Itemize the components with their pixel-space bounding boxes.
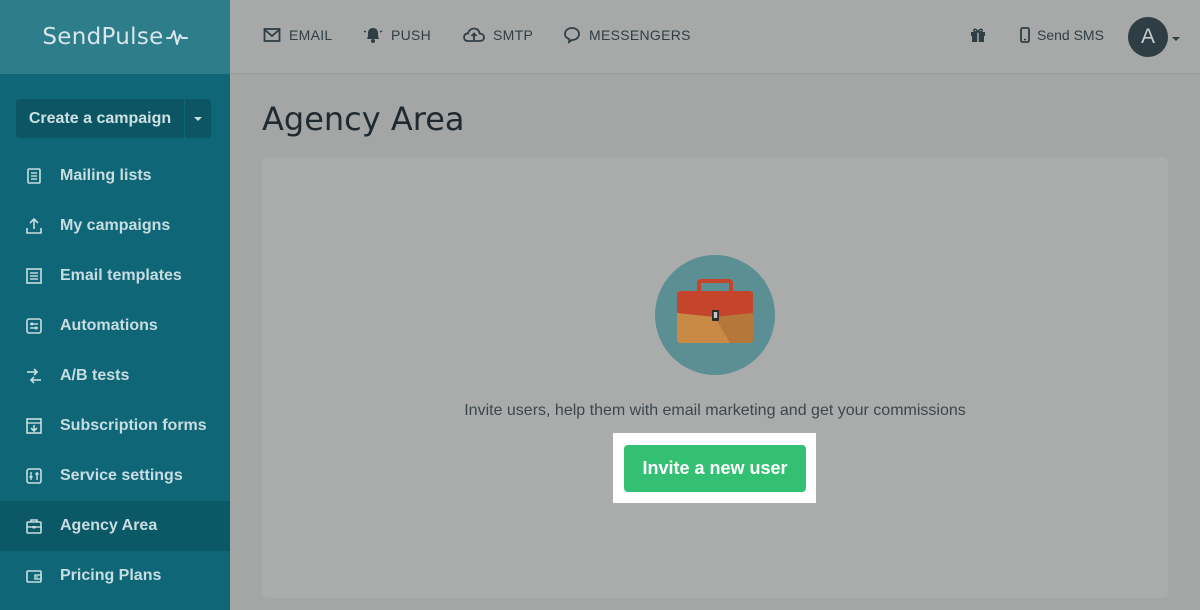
header-nav-push[interactable]: PUSH bbox=[363, 0, 431, 70]
wallet-icon bbox=[25, 567, 43, 585]
chevron-down-icon[interactable] bbox=[1172, 37, 1180, 41]
sidebar-item-automations[interactable]: Automations bbox=[0, 301, 230, 351]
cloud-upload-icon bbox=[463, 27, 485, 42]
automation-icon bbox=[25, 317, 43, 335]
create-campaign-dropdown[interactable] bbox=[184, 99, 211, 138]
sidebar-item-mailing-lists[interactable]: Mailing lists bbox=[0, 151, 230, 201]
upload-tray-icon bbox=[25, 217, 43, 235]
brand-name: SendPulse bbox=[42, 24, 164, 50]
create-campaign-group: Create a campaign bbox=[16, 99, 211, 138]
gift-icon bbox=[971, 28, 985, 42]
agency-panel bbox=[262, 157, 1168, 598]
avatar[interactable]: A bbox=[1128, 17, 1168, 57]
header-nav-smtp[interactable]: SMTP bbox=[463, 0, 533, 70]
gift-button[interactable] bbox=[969, 0, 987, 70]
list-icon bbox=[25, 167, 43, 185]
sidebar-item-ab-tests[interactable]: A/B tests bbox=[0, 351, 230, 401]
logo[interactable]: SendPulse bbox=[0, 0, 230, 74]
sidebar-item-my-campaigns[interactable]: My campaigns bbox=[0, 201, 230, 251]
sidebar-item-label: My campaigns bbox=[60, 217, 171, 234]
create-campaign-button[interactable]: Create a campaign bbox=[16, 99, 184, 138]
header-nav-label: PUSH bbox=[391, 27, 432, 43]
sidebar-item-service-settings[interactable]: Service settings bbox=[0, 451, 230, 501]
send-sms-label: Send SMS bbox=[1037, 27, 1104, 43]
header-nav-label: MESSENGERS bbox=[589, 27, 691, 43]
ab-test-icon bbox=[25, 367, 43, 385]
header-nav-email[interactable]: EMAIL bbox=[263, 0, 333, 70]
sidebar-item-label: Automations bbox=[60, 317, 158, 334]
sidebar-item-pricing-plans[interactable]: Pricing Plans bbox=[0, 551, 230, 601]
invite-user-button[interactable]: Invite a new user bbox=[624, 445, 806, 492]
sidebar: SendPulse Create a campaign Mailing list… bbox=[0, 0, 230, 610]
sliders-icon bbox=[25, 467, 43, 485]
top-header: EMAIL PUSH SMTP MESSENGERS Send SMS A bbox=[230, 0, 1200, 74]
send-sms-link[interactable]: Send SMS bbox=[1019, 0, 1104, 70]
sidebar-item-label: Mailing lists bbox=[60, 167, 152, 184]
sidebar-nav: Mailing lists My campaigns Email templat… bbox=[0, 151, 230, 601]
chat-bubble-icon bbox=[564, 27, 580, 44]
sidebar-item-agency-area[interactable]: Agency Area bbox=[0, 501, 230, 551]
briefcase-icon bbox=[25, 517, 43, 535]
header-nav-label: SMTP bbox=[493, 27, 534, 43]
briefcase-illustration-icon bbox=[655, 255, 775, 375]
caret-down-icon bbox=[194, 116, 202, 121]
page-title: Agency Area bbox=[262, 100, 465, 138]
sidebar-item-label: Email templates bbox=[60, 267, 182, 284]
envelope-icon bbox=[263, 28, 281, 42]
phone-icon bbox=[1020, 27, 1030, 43]
template-icon bbox=[25, 267, 43, 285]
sidebar-item-label: A/B tests bbox=[60, 367, 130, 384]
sidebar-item-label: Agency Area bbox=[60, 517, 158, 534]
sidebar-item-subscription-forms[interactable]: Subscription forms bbox=[0, 401, 230, 451]
header-nav-label: EMAIL bbox=[289, 27, 333, 43]
sidebar-item-email-templates[interactable]: Email templates bbox=[0, 251, 230, 301]
form-icon bbox=[25, 417, 43, 435]
sidebar-item-label: Service settings bbox=[60, 467, 183, 484]
header-nav-messengers[interactable]: MESSENGERS bbox=[563, 0, 691, 70]
sidebar-item-label: Subscription forms bbox=[60, 417, 207, 434]
pulse-icon bbox=[165, 30, 188, 45]
sidebar-item-label: Pricing Plans bbox=[60, 567, 162, 584]
bell-icon bbox=[363, 28, 383, 43]
agency-description: Invite users, help them with email marke… bbox=[464, 402, 966, 419]
